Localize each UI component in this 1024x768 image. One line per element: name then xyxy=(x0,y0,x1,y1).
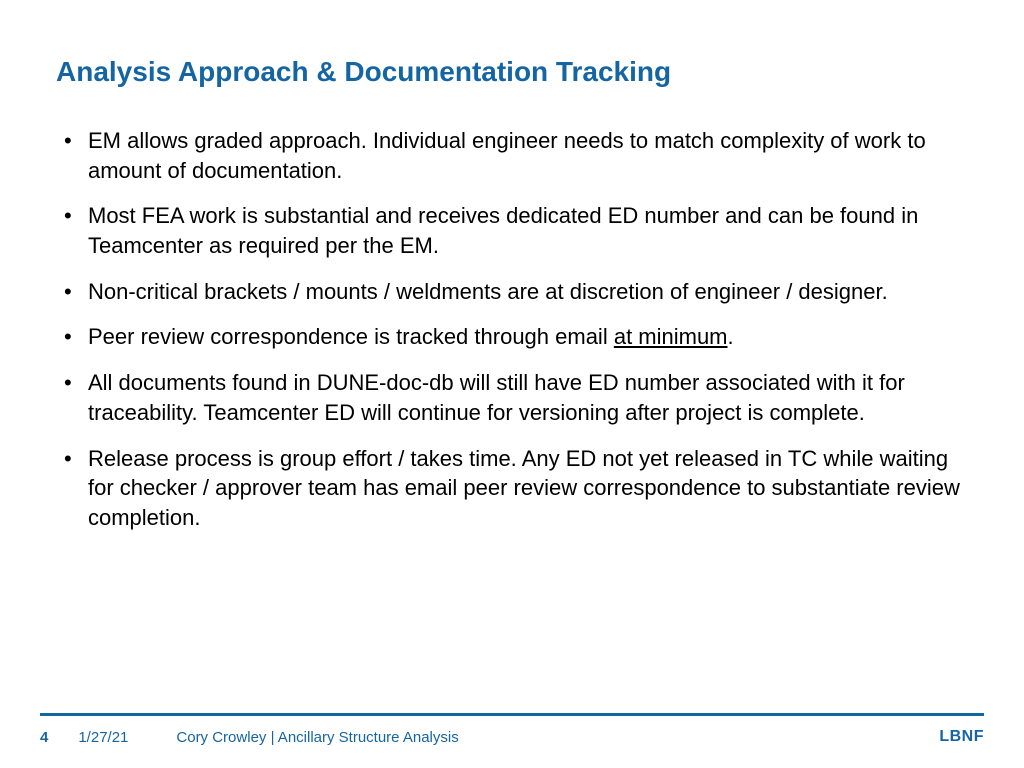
footer: 4 1/27/21 Cory Crowley | Ancillary Struc… xyxy=(40,728,984,746)
list-item: Peer review correspondence is tracked th… xyxy=(56,322,968,352)
bullet-text: EM allows graded approach. Individual en… xyxy=(88,128,926,183)
footer-author: Cory Crowley | Ancillary Structure Analy… xyxy=(176,729,458,746)
bullet-text: Peer review correspondence is tracked th… xyxy=(88,324,614,349)
bullet-text: Release process is group effort / takes … xyxy=(88,446,960,530)
list-item: Non-critical brackets / mounts / weldmen… xyxy=(56,277,968,307)
list-item: Most FEA work is substantial and receive… xyxy=(56,201,968,260)
slide-title: Analysis Approach & Documentation Tracki… xyxy=(56,56,968,88)
bullet-post: . xyxy=(728,324,734,349)
footer-date: 1/27/21 xyxy=(78,729,128,746)
bullet-text: Non-critical brackets / mounts / weldmen… xyxy=(88,279,888,304)
bullet-text: All documents found in DUNE-doc-db will … xyxy=(88,370,905,425)
footer-logo: LBNF xyxy=(939,728,984,746)
list-item: All documents found in DUNE-doc-db will … xyxy=(56,368,968,427)
bullet-underline: at minimum xyxy=(614,324,728,349)
slide: Analysis Approach & Documentation Tracki… xyxy=(0,0,1024,768)
footer-divider xyxy=(40,713,984,716)
list-item: EM allows graded approach. Individual en… xyxy=(56,126,968,185)
bullet-text: Most FEA work is substantial and receive… xyxy=(88,203,918,258)
page-number: 4 xyxy=(40,729,48,746)
bullet-list: EM allows graded approach. Individual en… xyxy=(56,126,968,533)
list-item: Release process is group effort / takes … xyxy=(56,444,968,533)
